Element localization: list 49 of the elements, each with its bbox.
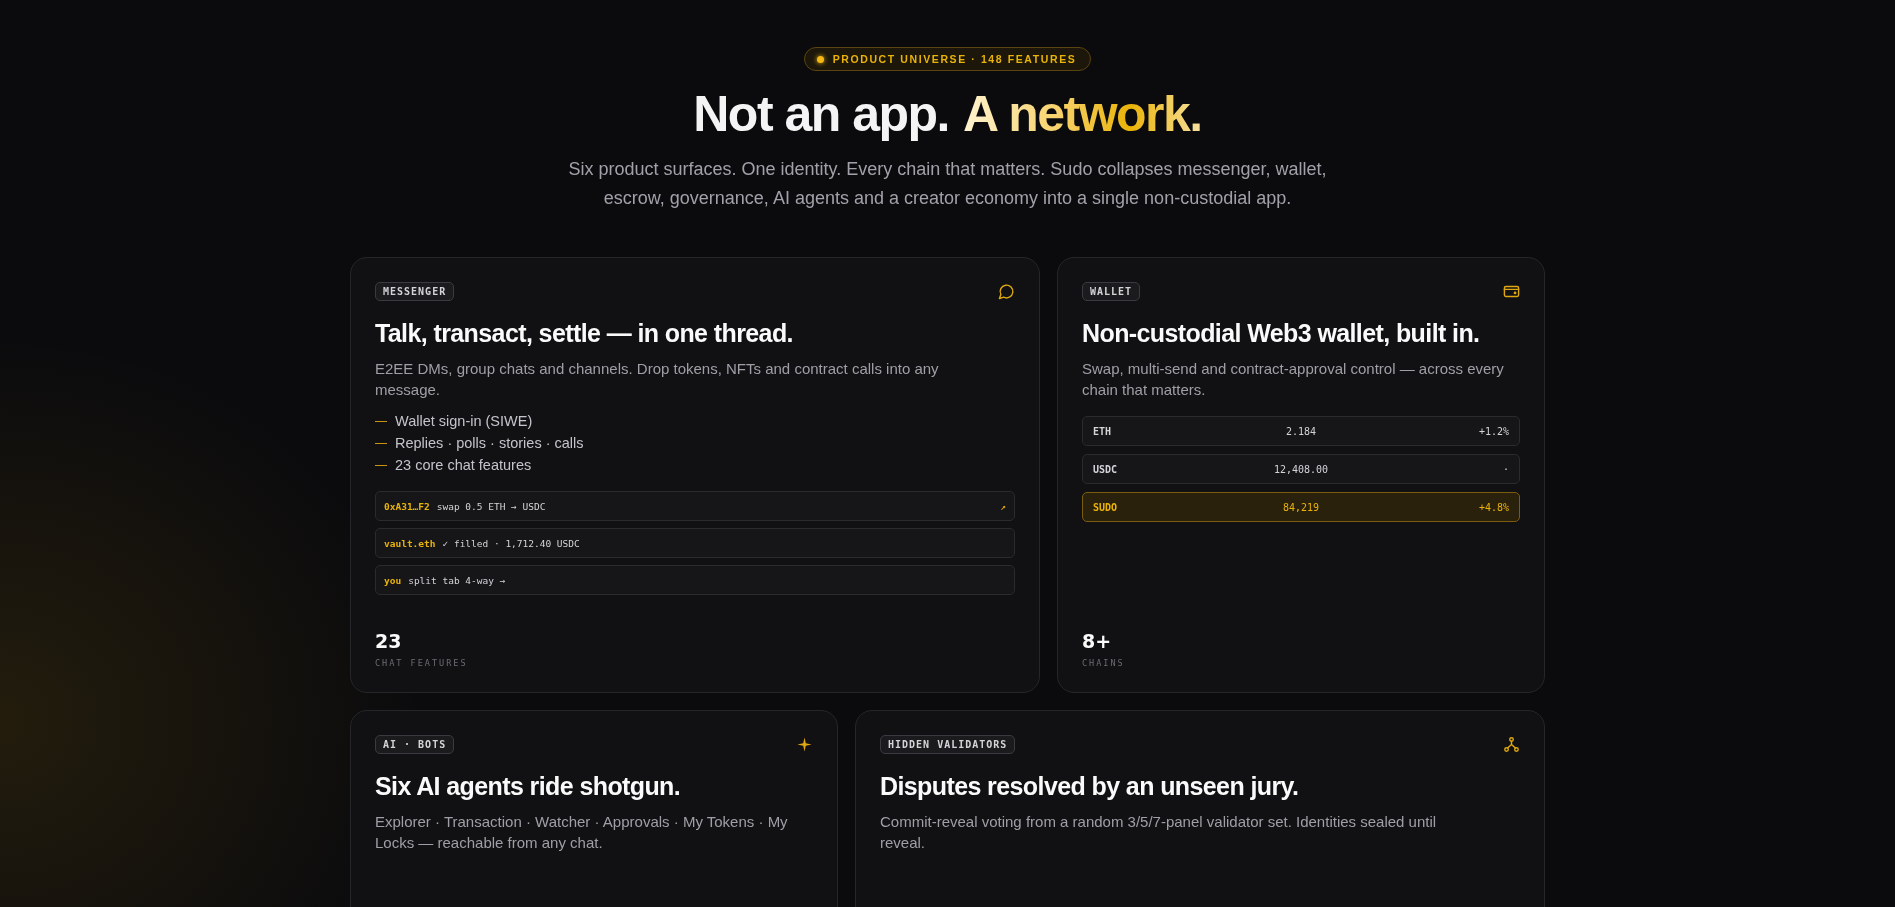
dash-icon — [375, 442, 387, 445]
token-change: +1.2% — [1477, 425, 1509, 437]
network-nodes-icon — [1503, 736, 1520, 753]
message-sender: vault.eth — [384, 537, 436, 549]
stat-value: 23 — [375, 630, 403, 652]
token-amount: 84,219 — [1281, 501, 1321, 513]
card-description: Swap, multi-send and contract-approval control — across every chain that matters. — [1082, 359, 1505, 400]
stat-label: CHAT FEATURES — [375, 658, 469, 668]
message-sender: you — [384, 574, 402, 586]
token-change: +4.8% — [1477, 501, 1509, 513]
message-text: swap 0.5 ETH → USDC — [436, 500, 546, 512]
feature-bullet: Replies · polls · stories · calls — [395, 434, 584, 453]
category-tag: HIDDEN VALIDATORS — [880, 735, 1016, 754]
category-tag: MESSENGER — [375, 282, 455, 301]
card-title: Disputes resolved by an unseen jury. — [880, 772, 1300, 801]
token-change: · — [1501, 463, 1509, 475]
token-symbol: ETH — [1093, 425, 1113, 437]
message-action[interactable]: ↗ — [1000, 500, 1006, 512]
token-amount: 12,408.00 — [1272, 463, 1330, 475]
stat-label: CHAINS — [1082, 658, 1126, 668]
feature-bullet: 23 core chat features — [395, 456, 532, 475]
token-row[interactable]: USDC 12,408.00 · — [1082, 454, 1520, 484]
hero-subtitle: Six product surfaces. One identity. Every chain that matters. Sudo collapses messenger, wallet, escrow, governance, AI agents and a creator economy into a single non-custodial app. — [567, 158, 1328, 210]
message-sender: 0xA31…F2 — [384, 500, 430, 512]
card-title: Non-custodial Web3 wallet, built in. — [1082, 319, 1481, 348]
card-description: Commit-reveal voting from a random 3/5/7-panel validator set. Identities sealed until reveal. — [880, 812, 1438, 853]
dash-icon — [375, 464, 387, 467]
message-text: ✓ filled · 1,712.40 USDC — [442, 537, 580, 549]
category-tag: AI · BOTS — [375, 735, 455, 754]
feature-bullet: Wallet sign-in (SIWE) — [395, 412, 533, 431]
card-title: Talk, transact, settle — in one thread. — [375, 319, 794, 348]
card-description: Explorer · Transaction · Watcher · Approvals · My Tokens · My Locks — reachable from any chat. — [375, 812, 789, 853]
card-description: E2EE DMs, group chats and channels. Drop tokens, NFTs and contract calls into any message. — [375, 359, 940, 400]
dash-icon — [375, 420, 387, 423]
sparkle-icon — [796, 736, 813, 753]
message-text: split tab 4-way → — [408, 574, 506, 586]
stat-value: 8+ — [1082, 630, 1113, 652]
card-title: Six AI agents ride shotgun. — [375, 772, 682, 801]
token-row[interactable]: SUDO 84,219 +4.8% — [1082, 492, 1520, 522]
badge-label: PRODUCT UNIVERSE · 148 FEATURES — [832, 53, 1077, 65]
dot-icon — [816, 55, 824, 63]
chat-bubble-icon — [998, 283, 1015, 300]
token-symbol: USDC — [1093, 463, 1119, 475]
headline: Not an app. — [693, 85, 949, 143]
wallet-icon — [1503, 283, 1520, 300]
category-tag: WALLET — [1082, 282, 1141, 301]
token-symbol: SUDO — [1093, 501, 1119, 513]
token-row[interactable]: ETH 2.184 +1.2% — [1082, 416, 1520, 446]
token-amount: 2.184 — [1284, 425, 1318, 437]
